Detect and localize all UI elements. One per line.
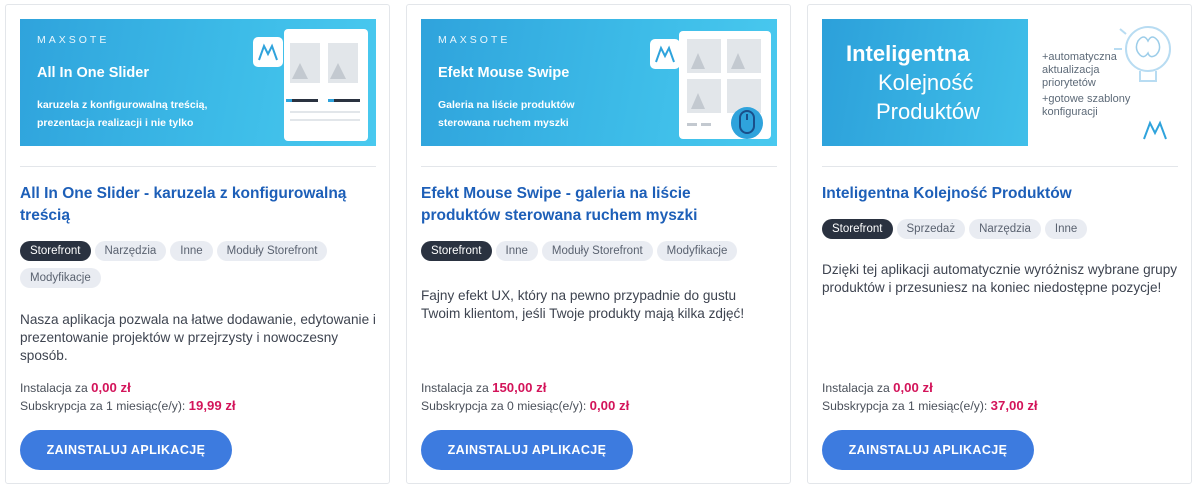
tag-modyfikacje[interactable]: Modyfikacje — [20, 268, 101, 288]
maxsote-logo-icon — [1143, 120, 1167, 140]
install-price: 0,00 zł — [91, 380, 131, 395]
banner-subtitle: Galeria na liście produktów sterowana ru… — [438, 96, 575, 132]
app-description: Dzięki tej aplikacji automatycznie wyróż… — [822, 262, 1178, 295]
tag-list: Storefront Narzędzia Inne Moduły Storefr… — [20, 241, 376, 288]
banner-heading-line: Produktów — [876, 99, 980, 124]
app-card-mouse-swipe: MAXSOTE Efekt Mouse Swipe Galeria na liś… — [406, 4, 791, 484]
tag-narzedzia[interactable]: Narzędzia — [969, 219, 1041, 239]
banner-heading: All In One Slider — [37, 65, 149, 81]
app-banner-image[interactable]: Inteligentna Kolejność Produktów +automa… — [822, 19, 1178, 146]
tag-list: Storefront Sprzedaż Narzędzia Inne — [822, 219, 1178, 239]
subscription-price-row: Subskrypcja za 0 miesiąc(e/y): 0,00 zł — [421, 397, 777, 415]
install-app-button[interactable]: ZAINSTALUJ APLIKACJĘ — [20, 430, 232, 470]
subscription-price-row: Subskrypcja za 1 miesiąc(e/y): 37,00 zł — [822, 397, 1178, 415]
slider-illustration-icon — [253, 29, 368, 141]
install-label: Instalacja za — [421, 381, 489, 395]
app-banner-image[interactable]: MAXSOTE Efekt Mouse Swipe Galeria na liś… — [421, 19, 777, 146]
banner-brand: MAXSOTE — [438, 34, 511, 46]
banner-heading: Efekt Mouse Swipe — [438, 65, 570, 81]
install-label: Instalacja za — [20, 381, 88, 395]
banner-feature-line: aktualizacja — [1042, 64, 1100, 76]
tag-moduly-storefront[interactable]: Moduły Storefront — [216, 241, 328, 261]
install-price-row: Instalacja za 0,00 zł — [822, 379, 1178, 397]
tag-sprzedaz[interactable]: Sprzedaż — [896, 219, 966, 239]
banner-feature-line: priorytetów — [1042, 77, 1096, 89]
app-title-link[interactable]: Efekt Mouse Swipe - galeria na liście pr… — [421, 183, 771, 227]
gallery-mouse-illustration-icon — [650, 31, 771, 139]
tag-inne[interactable]: Inne — [495, 241, 538, 261]
tag-narzedzia[interactable]: Narzędzia — [94, 241, 167, 261]
banner-heading-line: Inteligentna — [846, 41, 970, 66]
app-banner-image[interactable]: MAXSOTE All In One Slider karuzela z kon… — [20, 19, 376, 146]
tag-list: Storefront Inne Moduły Storefront Modyfi… — [421, 241, 777, 261]
install-price: 150,00 zł — [492, 380, 547, 395]
banner-subtitle-line: karuzela z konfigurowalną treścią, — [37, 99, 208, 111]
app-description: Nasza aplikacja pozwala na łatwe dodawan… — [20, 312, 376, 363]
banner-blue-panel: Inteligentna Kolejność Produktów — [822, 19, 1028, 146]
banner-heading-line: Kolejność — [878, 70, 974, 95]
banner-features: +automatyczna aktualizacja priorytetów +… — [1042, 51, 1130, 119]
tag-moduly-storefront[interactable]: Moduły Storefront — [541, 241, 653, 261]
banner-feature-line: +gotowe szablony — [1042, 93, 1131, 105]
app-title-link[interactable]: All In One Slider - karuzela z konfiguro… — [20, 183, 370, 227]
divider — [822, 166, 1178, 167]
divider — [20, 166, 376, 167]
banner-feature-line: +automatyczna — [1042, 51, 1117, 63]
banner-subtitle-line: sterowana ruchem myszki — [438, 117, 569, 129]
banner-brand: MAXSOTE — [37, 34, 110, 46]
banner-subtitle-line: prezentacja realizacji i nie tylko — [37, 117, 194, 129]
banner-subtitle-line: Galeria na liście produktów — [438, 99, 575, 111]
banner-subtitle: karuzela z konfigurowalną treścią, preze… — [37, 96, 207, 132]
app-description: Fajny efekt UX, który na pewno przypadni… — [421, 288, 745, 321]
app-card-inteligentna-kolejnosc: Inteligentna Kolejność Produktów +automa… — [807, 4, 1192, 484]
install-app-button[interactable]: ZAINSTALUJ APLIKACJĘ — [421, 430, 633, 470]
subscription-price-row: Subskrypcja za 1 miesiąc(e/y): 19,99 zł — [20, 397, 376, 415]
subscription-price: 19,99 zł — [188, 398, 236, 413]
banner-feature-line: konfiguracji — [1042, 106, 1098, 118]
install-price-row: Instalacja za 150,00 zł — [421, 379, 777, 397]
pricing: Instalacja za 0,00 zł Subskrypcja za 1 m… — [822, 379, 1178, 415]
install-price-row: Instalacja za 0,00 zł — [20, 379, 376, 397]
tag-storefront[interactable]: Storefront — [822, 219, 893, 239]
app-title-link[interactable]: Inteligentna Kolejność Produktów — [822, 183, 1172, 205]
subscription-label: Subskrypcja za 0 miesiąc(e/y): — [421, 399, 587, 413]
install-price: 0,00 zł — [893, 380, 933, 395]
subscription-price: 0,00 zł — [589, 398, 630, 413]
tag-storefront[interactable]: Storefront — [20, 241, 91, 261]
tag-inne[interactable]: Inne — [1044, 219, 1088, 239]
tag-storefront[interactable]: Storefront — [421, 241, 492, 261]
tag-inne[interactable]: Inne — [170, 241, 213, 261]
install-label: Instalacja za — [822, 381, 890, 395]
install-app-button[interactable]: ZAINSTALUJ APLIKACJĘ — [822, 430, 1034, 470]
subscription-price: 37,00 zł — [990, 398, 1038, 413]
tag-modyfikacje[interactable]: Modyfikacje — [656, 241, 738, 261]
pricing: Instalacja za 0,00 zł Subskrypcja za 1 m… — [20, 379, 376, 415]
pricing: Instalacja za 150,00 zł Subskrypcja za 0… — [421, 379, 777, 415]
app-card-all-in-one-slider: MAXSOTE All In One Slider karuzela z kon… — [5, 4, 390, 484]
subscription-label: Subskrypcja za 1 miesiąc(e/y): — [20, 399, 186, 413]
subscription-label: Subskrypcja za 1 miesiąc(e/y): — [822, 399, 988, 413]
divider — [421, 166, 777, 167]
